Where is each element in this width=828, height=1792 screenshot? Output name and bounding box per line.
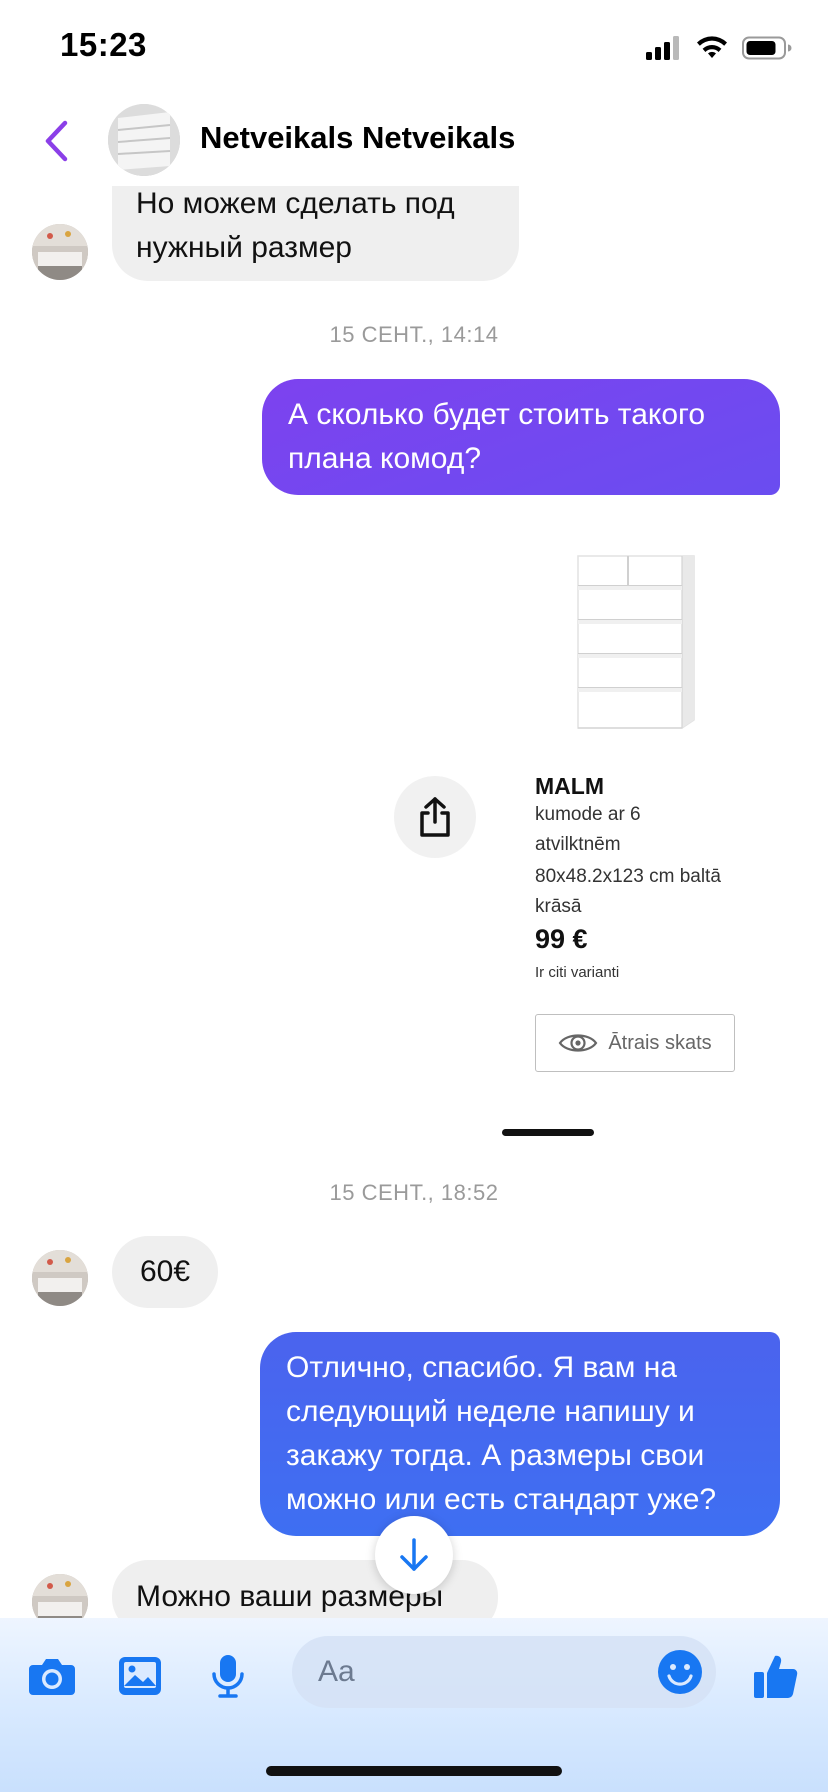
message-text-line: 60€: [139, 1255, 191, 1288]
message-timestamp: 15 СЕНТ., 18:52: [329, 1180, 499, 1205]
message-text-line: плана комод?: [288, 442, 482, 475]
message-bubble-incoming[interactable]: Но можем сделать под нужный размер: [112, 180, 519, 281]
sender-avatar[interactable]: [32, 224, 88, 280]
product-variants-note: Ir citi varianti: [535, 964, 620, 981]
status-time: 15:23: [60, 26, 147, 63]
product-description-line: kumode ar 6: [535, 804, 641, 825]
chat-header: Netveikals Netveikals: [0, 96, 828, 186]
chat-screen: 15:23 Netveikals Netveikals Но можем сде…: [0, 0, 828, 1792]
like-button[interactable]: [748, 1648, 804, 1704]
message-text-line: Но можем сделать под: [136, 187, 455, 220]
message-text-line: А сколько будет стоить такого: [288, 398, 705, 431]
message-text-line: Отлично, спасибо. Я вам на: [286, 1351, 677, 1384]
message-text-line: нужный размер: [136, 231, 352, 264]
message-input-placeholder: Aa: [318, 1655, 355, 1688]
product-size-line: krāsā: [535, 896, 582, 917]
eye-icon: [558, 1034, 598, 1052]
product-price: 99 €: [535, 924, 588, 954]
message-text-line: можно или есть стандарт уже?: [286, 1483, 717, 1516]
status-icons: [646, 36, 792, 60]
message-text-line: закажу тогда. А размеры свои: [286, 1439, 705, 1472]
bedroom-avatar-image: [32, 1250, 88, 1306]
back-button[interactable]: [36, 116, 76, 166]
message-bubble-incoming[interactable]: 60€: [112, 1236, 218, 1308]
gallery-button[interactable]: [112, 1648, 168, 1704]
gallery-icon: [119, 1657, 161, 1695]
thumbs-up-icon: [754, 1655, 798, 1698]
card-scroll-indicator: [502, 1129, 594, 1136]
product-description-line: atvilktnēm: [535, 834, 621, 855]
arrow-down-icon: [400, 1538, 428, 1571]
quick-view-button[interactable]: Ātrais skats: [535, 1014, 735, 1072]
share-icon: [420, 797, 450, 837]
contact-name[interactable]: Netveikals Netveikals: [200, 120, 515, 156]
product-size: 80x48.2x123 cm baltā krāsā: [535, 862, 735, 922]
contact-avatar[interactable]: [108, 104, 180, 176]
product-name[interactable]: MALM: [535, 773, 604, 800]
camera-icon: [29, 1659, 75, 1695]
home-indicator: [266, 1766, 562, 1776]
camera-button[interactable]: [24, 1648, 80, 1704]
message-bubble-outgoing[interactable]: А сколько будет стоить такого плана комо…: [262, 379, 780, 495]
message-composer: Aa: [0, 1618, 828, 1792]
sender-avatar[interactable]: [32, 1250, 88, 1306]
message-text-line: следующий неделе напишу и: [286, 1395, 695, 1428]
message-input[interactable]: Aa: [292, 1636, 716, 1708]
product-size-line: 80x48.2x123 cm baltā: [535, 866, 721, 887]
dresser-avatar-image: [108, 104, 180, 176]
product-description: kumode ar 6 atvilktnēm: [535, 800, 735, 860]
microphone-icon: [212, 1655, 244, 1698]
emoji-icon[interactable]: [656, 1648, 704, 1696]
product-image[interactable]: [570, 552, 698, 732]
cellular-signal-icon: [646, 36, 679, 60]
share-button[interactable]: [394, 776, 476, 858]
status-bar: 15:23: [0, 0, 828, 96]
quick-view-label: Ātrais skats: [608, 1031, 712, 1054]
microphone-button[interactable]: [200, 1648, 256, 1704]
wifi-icon: [697, 36, 727, 58]
message-bubble-outgoing[interactable]: Отлично, спасибо. Я вам на следующий нед…: [260, 1332, 780, 1536]
chevron-left-icon: [45, 120, 68, 162]
message-timestamp: 15 СЕНТ., 14:14: [329, 322, 499, 347]
scroll-to-bottom-button[interactable]: [375, 1516, 453, 1594]
bedroom-avatar-image: [32, 224, 88, 280]
battery-icon: [742, 36, 792, 60]
